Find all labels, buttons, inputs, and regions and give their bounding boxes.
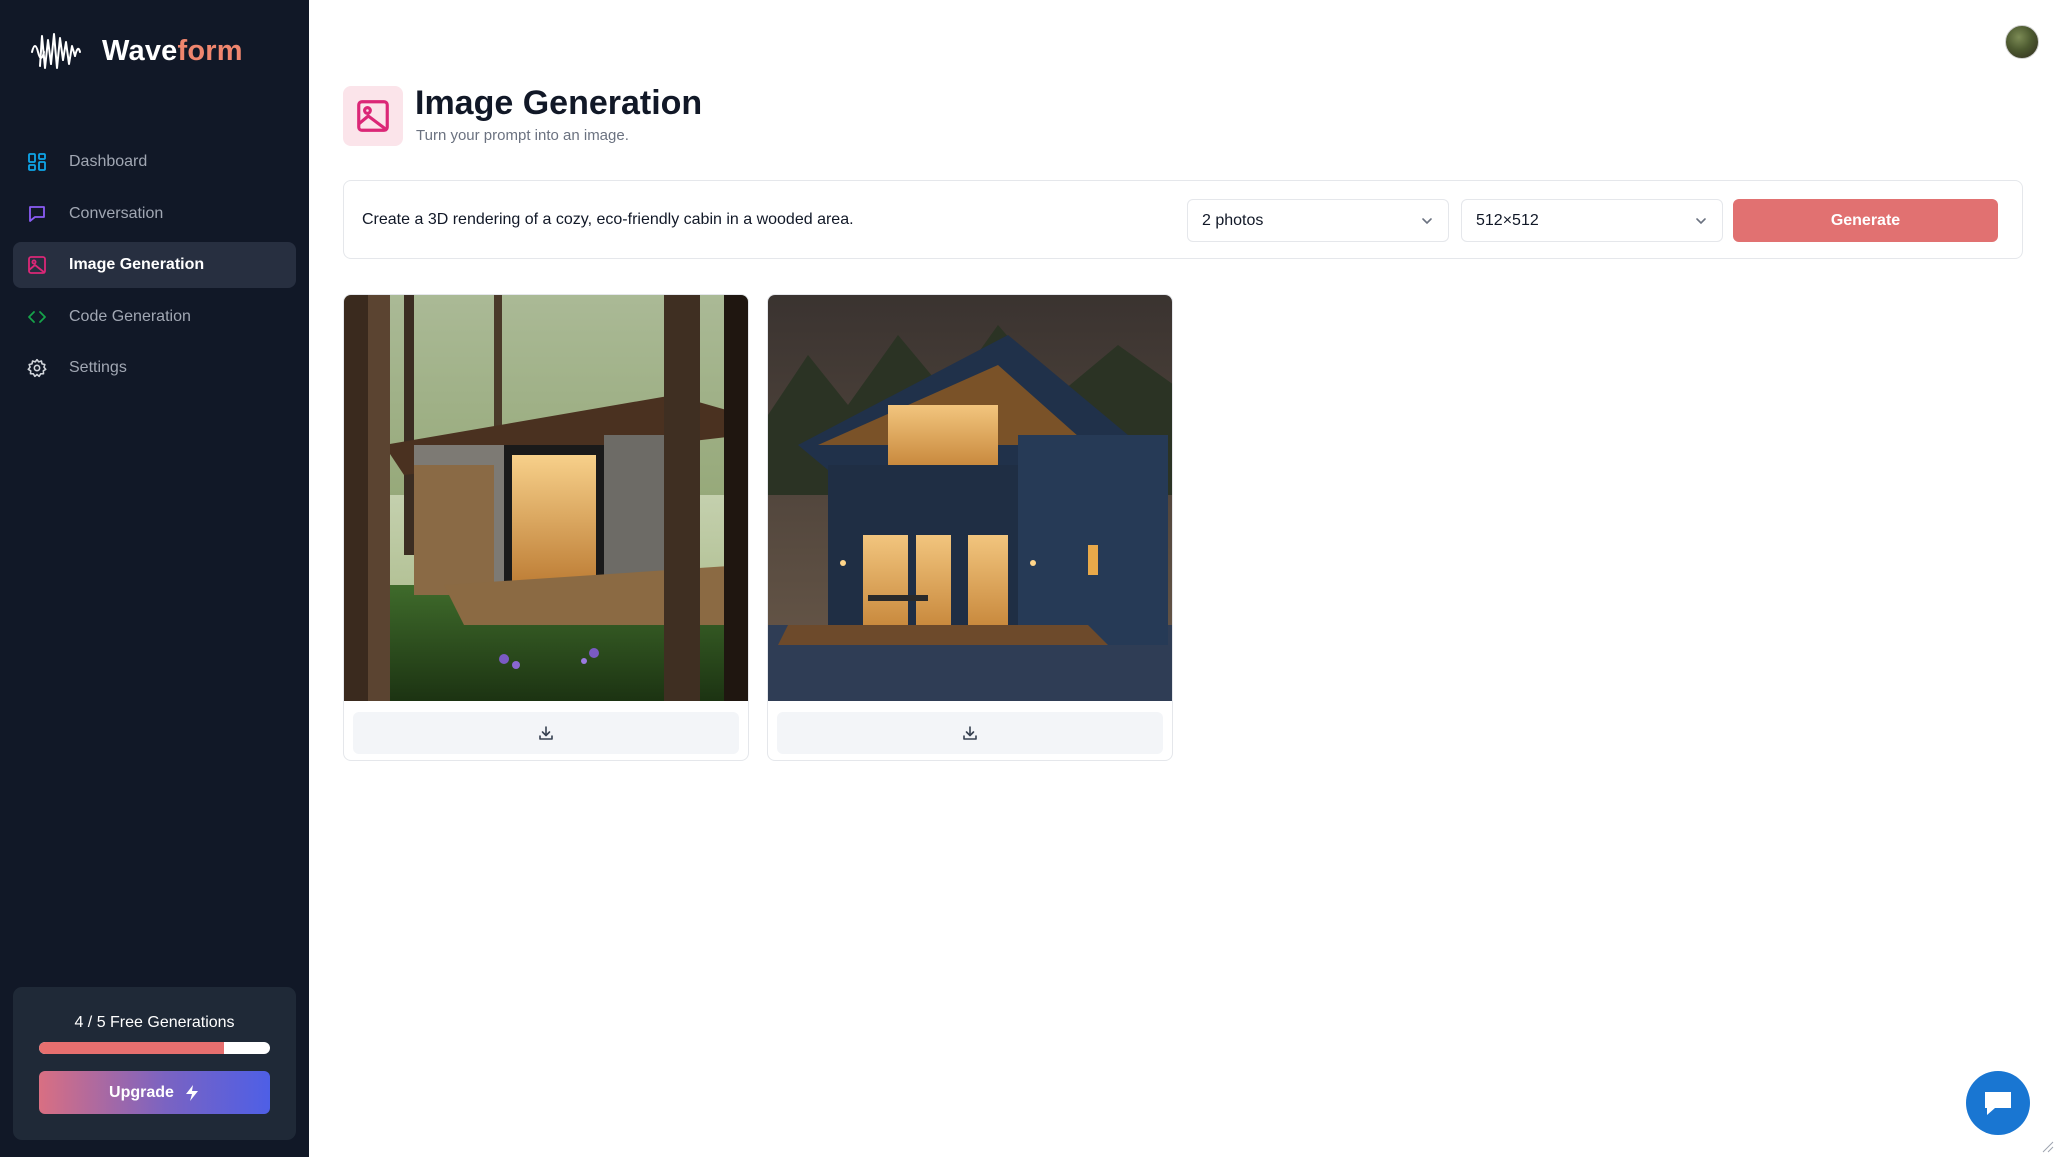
generated-image-modern-house[interactable] bbox=[768, 295, 1173, 701]
code-icon bbox=[26, 306, 48, 328]
free-generations-card: 4 / 5 Free Generations Upgrade bbox=[13, 987, 296, 1140]
generation-form: 2 photos 512×512 Generate bbox=[343, 180, 2023, 259]
app-name-part2: form bbox=[177, 34, 243, 67]
chat-bubble-icon bbox=[1985, 1092, 2011, 1115]
download-button[interactable] bbox=[777, 712, 1163, 754]
gear-icon bbox=[26, 357, 48, 379]
chat-icon bbox=[26, 203, 48, 225]
app-name: Waveform bbox=[102, 35, 243, 68]
chevron-down-icon bbox=[1422, 217, 1432, 224]
lightning-icon bbox=[185, 1084, 198, 1101]
generate-button[interactable]: Generate bbox=[1733, 199, 1998, 242]
page-subtitle: Turn your prompt into an image. bbox=[416, 127, 629, 144]
page-title: Image Generation bbox=[415, 84, 703, 122]
image-icon bbox=[357, 100, 389, 132]
download-icon bbox=[963, 726, 977, 740]
sidebar: Waveform Dashboard Conversation Image Ge… bbox=[0, 0, 309, 1157]
resize-grip-icon[interactable] bbox=[2040, 1139, 2054, 1153]
upgrade-button[interactable]: Upgrade bbox=[39, 1071, 270, 1114]
free-generations-progress bbox=[39, 1042, 270, 1054]
sidebar-item-code-generation[interactable]: Code Generation bbox=[13, 294, 296, 340]
download-icon bbox=[539, 726, 553, 740]
sidebar-item-label: Image Generation bbox=[69, 256, 205, 273]
user-avatar[interactable] bbox=[2005, 25, 2039, 59]
sidebar-item-image-generation[interactable]: Image Generation bbox=[13, 242, 296, 288]
image-icon bbox=[26, 254, 48, 276]
sidebar-item-label: Code Generation bbox=[69, 307, 191, 325]
result-card bbox=[343, 294, 749, 761]
resolution-select[interactable]: 512×512 bbox=[1461, 199, 1723, 242]
result-card bbox=[767, 294, 1173, 761]
sidebar-item-label: Dashboard bbox=[69, 153, 148, 170]
download-button[interactable] bbox=[353, 712, 739, 754]
prompt-input[interactable] bbox=[362, 197, 1182, 243]
dashboard-icon bbox=[26, 151, 48, 173]
free-generations-progress-fill bbox=[39, 1042, 224, 1054]
waveform-logo-icon bbox=[31, 33, 81, 69]
sidebar-item-label: Settings bbox=[69, 359, 127, 376]
amount-select[interactable]: 2 photos bbox=[1187, 199, 1449, 242]
free-generations-counter: 4 / 5 Free Generations bbox=[74, 1014, 235, 1031]
upgrade-button-label: Upgrade bbox=[109, 1083, 174, 1101]
support-chat-button[interactable] bbox=[1966, 1071, 2030, 1135]
sidebar-item-label: Conversation bbox=[69, 204, 164, 222]
sidebar-item-settings[interactable]: Settings bbox=[13, 345, 296, 391]
sidebar-nav: Dashboard Conversation Image Generation … bbox=[13, 139, 296, 397]
generated-image-forest-cabin[interactable] bbox=[344, 295, 749, 701]
chevron-down-icon bbox=[1696, 217, 1706, 224]
amount-select-value: 2 photos bbox=[1202, 211, 1264, 229]
resolution-select-value: 512×512 bbox=[1476, 211, 1539, 229]
logo[interactable]: Waveform bbox=[30, 30, 243, 72]
sidebar-item-conversation[interactable]: Conversation bbox=[13, 191, 296, 237]
page-header-icon-box bbox=[343, 86, 403, 146]
app-root: Waveform Dashboard Conversation Image Ge… bbox=[0, 0, 2058, 1157]
sidebar-item-dashboard[interactable]: Dashboard bbox=[13, 139, 296, 185]
app-name-part1: Wave bbox=[102, 34, 178, 67]
